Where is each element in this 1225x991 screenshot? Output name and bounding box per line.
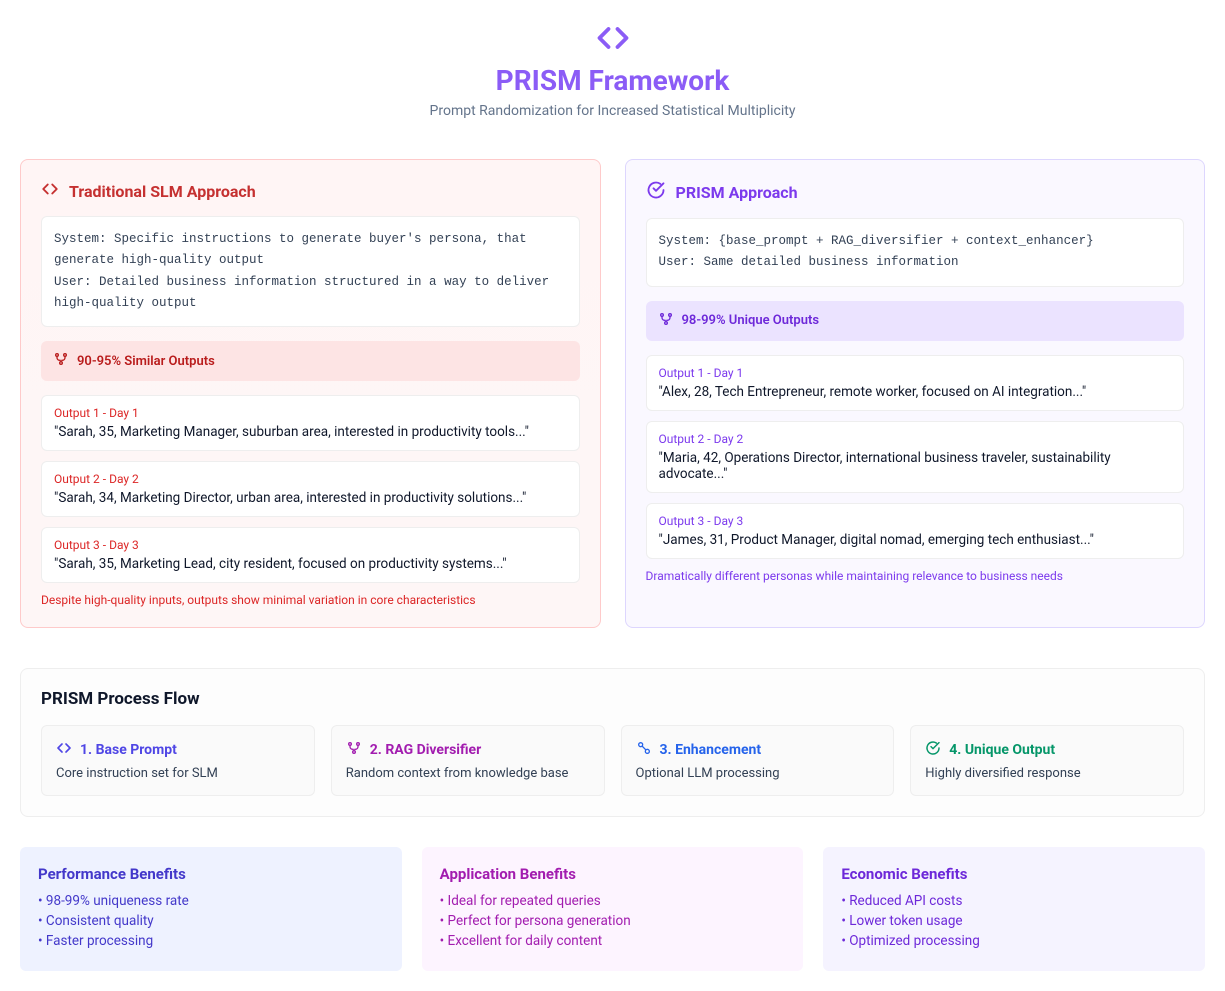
output-card: Output 3 - Day 3 "Sarah, 35, Marketing L… bbox=[41, 527, 580, 583]
output-text: "Sarah, 34, Marketing Director, urban ar… bbox=[54, 490, 567, 506]
process-flow-section: PRISM Process Flow 1. Base Prompt Core i… bbox=[20, 668, 1205, 817]
benefit-title: Application Benefits bbox=[440, 865, 786, 883]
flow-step-3: 3. Enhancement Optional LLM processing bbox=[621, 725, 895, 796]
flow-step-desc: Highly diversified response bbox=[925, 766, 1169, 781]
flow-step-desc: Random context from knowledge base bbox=[346, 766, 590, 781]
benefit-item: • Lower token usage bbox=[841, 913, 1187, 929]
output-card: Output 3 - Day 3 "James, 31, Product Man… bbox=[646, 503, 1185, 559]
page-title: PRISM Framework bbox=[20, 64, 1205, 97]
prism-code: System: {base_prompt + RAG_diversifier +… bbox=[646, 218, 1185, 287]
code-line: User: Same detailed business information bbox=[659, 252, 1172, 273]
output-text: "James, 31, Product Manager, digital nom… bbox=[659, 532, 1172, 548]
output-label: Output 1 - Day 1 bbox=[54, 406, 567, 420]
flow-step-1: 1. Base Prompt Core instruction set for … bbox=[41, 725, 315, 796]
flow-step-head: 4. Unique Output bbox=[925, 740, 1169, 760]
output-label: Output 2 - Day 2 bbox=[54, 472, 567, 486]
benefit-item: • Reduced API costs bbox=[841, 893, 1187, 909]
traditional-note: Despite high-quality inputs, outputs sho… bbox=[41, 593, 580, 607]
benefit-performance: Performance Benefits • 98-99% uniqueness… bbox=[20, 847, 402, 971]
page-header: PRISM Framework Prompt Randomization for… bbox=[20, 20, 1205, 119]
flow-step-label: 3. Enhancement bbox=[660, 742, 762, 758]
similarity-text: 98-99% Unique Outputs bbox=[682, 313, 820, 328]
benefit-item: • Consistent quality bbox=[38, 913, 384, 929]
benefit-application: Application Benefits • Ideal for repeate… bbox=[422, 847, 804, 971]
output-text: "Maria, 42, Operations Director, interna… bbox=[659, 450, 1172, 482]
flow-step-label: 2. RAG Diversifier bbox=[370, 742, 481, 758]
output-text: "Sarah, 35, Marketing Lead, city residen… bbox=[54, 556, 567, 572]
similarity-badge: 98-99% Unique Outputs bbox=[646, 301, 1185, 341]
code-line: System: Specific instructions to generat… bbox=[54, 229, 567, 272]
output-label: Output 3 - Day 3 bbox=[54, 538, 567, 552]
code-icon bbox=[595, 20, 631, 56]
flow-step-desc: Core instruction set for SLM bbox=[56, 766, 300, 781]
traditional-panel-head: Traditional SLM Approach bbox=[41, 180, 580, 202]
benefit-title: Performance Benefits bbox=[38, 865, 384, 883]
benefit-item: • Excellent for daily content bbox=[440, 933, 786, 949]
page-subtitle: Prompt Randomization for Increased Stati… bbox=[20, 103, 1205, 119]
prism-note: Dramatically different personas while ma… bbox=[646, 569, 1185, 583]
traditional-title: Traditional SLM Approach bbox=[69, 182, 256, 201]
code-icon bbox=[56, 740, 72, 760]
traditional-code: System: Specific instructions to generat… bbox=[41, 216, 580, 327]
benefit-item: • Ideal for repeated queries bbox=[440, 893, 786, 909]
comparison-grid: Traditional SLM Approach System: Specifi… bbox=[20, 159, 1205, 628]
benefit-item: • Perfect for persona generation bbox=[440, 913, 786, 929]
output-label: Output 3 - Day 3 bbox=[659, 514, 1172, 528]
code-line: User: Detailed business information stru… bbox=[54, 272, 567, 315]
flow-step-2: 2. RAG Diversifier Random context from k… bbox=[331, 725, 605, 796]
prism-title: PRISM Approach bbox=[676, 183, 798, 202]
output-label: Output 2 - Day 2 bbox=[659, 432, 1172, 446]
output-card: Output 2 - Day 2 "Maria, 42, Operations … bbox=[646, 421, 1185, 493]
benefit-title: Economic Benefits bbox=[841, 865, 1187, 883]
code-icon bbox=[41, 180, 59, 202]
output-label: Output 1 - Day 1 bbox=[659, 366, 1172, 380]
flow-grid: 1. Base Prompt Core instruction set for … bbox=[41, 725, 1184, 796]
branch-icon bbox=[658, 311, 674, 331]
output-text: "Alex, 28, Tech Entrepreneur, remote wor… bbox=[659, 384, 1172, 400]
benefit-economic: Economic Benefits • Reduced API costs • … bbox=[823, 847, 1205, 971]
check-circle-icon bbox=[925, 740, 941, 760]
link-icon bbox=[636, 740, 652, 760]
benefit-item: • Faster processing bbox=[38, 933, 384, 949]
branch-icon bbox=[346, 740, 362, 760]
benefit-item: • Optimized processing bbox=[841, 933, 1187, 949]
flow-step-label: 4. Unique Output bbox=[949, 742, 1055, 758]
flow-step-4: 4. Unique Output Highly diversified resp… bbox=[910, 725, 1184, 796]
output-card: Output 1 - Day 1 "Alex, 28, Tech Entrepr… bbox=[646, 355, 1185, 411]
flow-step-head: 3. Enhancement bbox=[636, 740, 880, 760]
flow-step-head: 1. Base Prompt bbox=[56, 740, 300, 760]
output-text: "Sarah, 35, Marketing Manager, suburban … bbox=[54, 424, 567, 440]
code-line: System: {base_prompt + RAG_diversifier +… bbox=[659, 231, 1172, 252]
similarity-badge: 90-95% Similar Outputs bbox=[41, 341, 580, 381]
check-circle-icon bbox=[646, 180, 666, 204]
branch-icon bbox=[53, 351, 69, 371]
traditional-panel: Traditional SLM Approach System: Specifi… bbox=[20, 159, 601, 628]
output-card: Output 2 - Day 2 "Sarah, 34, Marketing D… bbox=[41, 461, 580, 517]
similarity-text: 90-95% Similar Outputs bbox=[77, 354, 215, 369]
output-card: Output 1 - Day 1 "Sarah, 35, Marketing M… bbox=[41, 395, 580, 451]
flow-title: PRISM Process Flow bbox=[41, 689, 1184, 709]
flow-step-head: 2. RAG Diversifier bbox=[346, 740, 590, 760]
prism-panel: PRISM Approach System: {base_prompt + RA… bbox=[625, 159, 1206, 628]
benefit-item: • 98-99% uniqueness rate bbox=[38, 893, 384, 909]
prism-panel-head: PRISM Approach bbox=[646, 180, 1185, 204]
benefits-grid: Performance Benefits • 98-99% uniqueness… bbox=[20, 847, 1205, 971]
flow-step-desc: Optional LLM processing bbox=[636, 766, 880, 781]
flow-step-label: 1. Base Prompt bbox=[80, 742, 177, 758]
